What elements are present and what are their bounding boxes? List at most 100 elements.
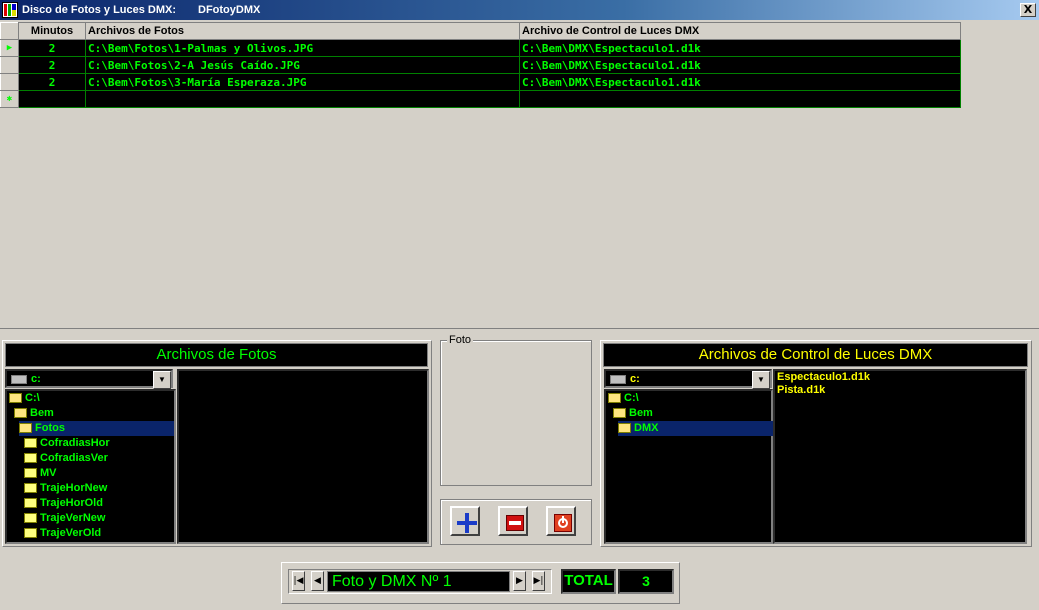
cell-foto[interactable]: C:\Bem\Fotos\2-A Jesús Caído.JPG (85, 56, 520, 74)
folder-open-icon (618, 423, 631, 433)
data-grid[interactable]: Minutos Archivos de Fotos Archivo de Con… (0, 22, 961, 108)
app-icon (2, 2, 18, 18)
fotos-panel-title: Archivos de Fotos (5, 343, 428, 367)
dir-label: CofradiasHor (40, 437, 110, 449)
current-row-marker-icon[interactable]: ▶ (0, 39, 19, 57)
dir-label: C:\ (25, 392, 40, 404)
dir-label: C:\ (624, 392, 639, 404)
dir-item[interactable]: TrajeVerOld (24, 526, 174, 541)
total-value: 3 (618, 569, 674, 594)
exit-button[interactable] (546, 506, 576, 536)
column-header-minutos[interactable]: Minutos (18, 22, 86, 40)
table-row[interactable]: 2 C:\Bem\Fotos\3-María Esperaza.JPG C:\B… (0, 73, 961, 91)
grid-corner (0, 22, 19, 40)
foto-group (440, 340, 592, 486)
dir-item[interactable]: TrajeVerNew (24, 511, 174, 526)
dir-item[interactable]: C:\ (608, 391, 773, 406)
dmx-drive-select[interactable]: c: ▼ (604, 369, 772, 389)
table-row[interactable]: 2 C:\Bem\Fotos\2-A Jesús Caído.JPG C:\Be… (0, 56, 961, 74)
folder-icon (24, 498, 37, 508)
dir-label: Bem (629, 407, 653, 419)
cell-foto[interactable]: C:\Bem\Fotos\3-María Esperaza.JPG (85, 73, 520, 91)
folder-icon (24, 453, 37, 463)
power-icon (553, 513, 573, 533)
foto-group-label: Foto (447, 334, 474, 346)
dir-label: MV (40, 467, 57, 479)
fotos-file-list[interactable] (177, 369, 429, 544)
add-button[interactable] (450, 506, 480, 536)
folder-open-icon (14, 408, 27, 418)
close-button[interactable]: X (1020, 3, 1036, 17)
dir-label: DMX (634, 422, 659, 434)
dir-label: TrajeHorOld (40, 497, 103, 509)
chevron-down-icon[interactable]: ▼ (752, 371, 770, 389)
grid-header-row: Minutos Archivos de Fotos Archivo de Con… (0, 22, 961, 40)
column-header-dmx[interactable]: Archivo de Control de Luces DMX (519, 22, 961, 40)
cell-foto[interactable] (85, 90, 520, 108)
dir-item[interactable]: MV (24, 466, 174, 481)
prev-record-button[interactable]: ◀ (311, 571, 324, 591)
folder-icon (24, 468, 37, 478)
dir-item[interactable]: Fotos (19, 421, 174, 436)
new-row[interactable]: ✱ (0, 90, 961, 108)
folder-open-icon (9, 393, 22, 403)
dir-item[interactable]: Bem (14, 406, 174, 421)
title-bar: Disco de Fotos y Luces DMX: DFotoyDMX X (0, 0, 1039, 20)
next-record-button[interactable]: ▶ (513, 571, 526, 591)
folder-icon (24, 513, 37, 523)
remove-button[interactable] (498, 506, 528, 536)
chevron-down-icon[interactable]: ▼ (153, 371, 171, 389)
folder-icon (24, 438, 37, 448)
cell-minutos[interactable]: 2 (18, 56, 86, 74)
dir-item[interactable]: TrajeHorNew (24, 481, 174, 496)
total-label: TOTAL (561, 569, 616, 594)
drive-icon (11, 375, 27, 384)
row-selector[interactable] (0, 56, 19, 74)
cell-dmx[interactable] (519, 90, 961, 108)
first-record-icon: |◀ (293, 576, 304, 586)
dir-label: TrajeHorNew (40, 482, 108, 494)
prev-record-icon: ◀ (314, 576, 321, 586)
file-item[interactable]: Pista.d1k (777, 384, 825, 396)
folder-open-icon (19, 423, 32, 433)
last-record-button[interactable]: ▶| (532, 571, 545, 591)
dir-item[interactable]: C:\ (9, 391, 174, 406)
drive-label: c: (630, 373, 640, 385)
cell-foto[interactable]: C:\Bem\Fotos\1-Palmas y Olivos.JPG (85, 39, 520, 57)
minus-icon (505, 513, 525, 533)
cell-minutos[interactable] (18, 90, 86, 108)
dir-label: Bem (30, 407, 54, 419)
cell-minutos[interactable]: 2 (18, 39, 86, 57)
plus-icon (457, 513, 477, 533)
close-icon: X (1023, 3, 1033, 16)
dir-label: Fotos (35, 422, 65, 434)
row-selector[interactable] (0, 73, 19, 91)
dmx-panel-title: Archivos de Control de Luces DMX (603, 343, 1028, 367)
folder-open-icon (608, 393, 621, 403)
cell-dmx[interactable]: C:\Bem\DMX\Espectaculo1.d1k (519, 56, 961, 74)
dir-label: TrajeVerOld (40, 527, 102, 539)
dir-item[interactable]: DMX (618, 421, 773, 436)
dir-item[interactable]: TrajeHorOld (24, 496, 174, 511)
dir-item[interactable]: CofradiasHor (24, 436, 174, 451)
folder-icon (24, 528, 37, 538)
cell-minutos[interactable]: 2 (18, 73, 86, 91)
dir-item[interactable]: CofradiasVer (24, 451, 174, 466)
window-subtitle: DFotoyDMX (198, 4, 261, 16)
drive-label: c: (31, 373, 41, 385)
folder-icon (24, 483, 37, 493)
fotos-drive-select[interactable]: c: ▼ (5, 369, 173, 389)
column-header-fotos[interactable]: Archivos de Fotos (85, 22, 520, 40)
dir-item[interactable]: Bem (613, 406, 773, 421)
dir-label: TrajeVerNew (40, 512, 106, 524)
cell-dmx[interactable]: C:\Bem\DMX\Espectaculo1.d1k (519, 39, 961, 57)
last-record-icon: ▶| (533, 576, 544, 586)
new-row-marker-icon[interactable]: ✱ (0, 90, 19, 108)
folder-open-icon (613, 408, 626, 418)
navigator-caption: Foto y DMX Nº 1 (327, 571, 510, 592)
file-item[interactable]: Espectaculo1.d1k (777, 371, 870, 383)
table-row[interactable]: ▶ 2 C:\Bem\Fotos\1-Palmas y Olivos.JPG C… (0, 39, 961, 57)
cell-dmx[interactable]: C:\Bem\DMX\Espectaculo1.d1k (519, 73, 961, 91)
first-record-button[interactable]: |◀ (292, 571, 305, 591)
window-title: Disco de Fotos y Luces DMX: (22, 4, 177, 16)
